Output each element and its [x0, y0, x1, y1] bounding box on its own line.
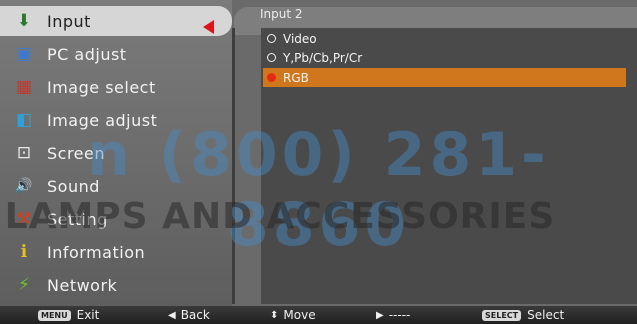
menu-item-input[interactable]: ⬇ Input: [0, 6, 232, 36]
radio-icon: [267, 53, 276, 62]
menu-item-label: Network: [47, 275, 118, 295]
pc-adjust-icon: ▣: [15, 43, 33, 64]
footer-next[interactable]: ▶ -----: [376, 307, 410, 323]
option-label: RGB: [283, 70, 309, 85]
option-label: Y,Pb/Cb,Pr/Cr: [283, 50, 363, 65]
left-arrow-icon: ◀: [168, 309, 176, 321]
select-label: Select: [527, 308, 565, 322]
menu-item-network[interactable]: ⚡ Network: [0, 270, 232, 300]
input-option-ypbcbprcr[interactable]: Y,Pb/Cb,Pr/Cr: [263, 48, 626, 67]
menu-item-label: Input: [47, 11, 91, 31]
selected-arrow-icon: [203, 20, 214, 34]
select-key-icon: SELECT: [482, 309, 522, 321]
menu-item-label: Image select: [47, 77, 156, 97]
footer-bar: MENU Exit ◀ Back ⬍ Move ▶ ----- SELECT S…: [0, 306, 637, 324]
network-icon: ⚡: [18, 274, 30, 295]
menu-item-label: PC adjust: [47, 44, 127, 64]
input-option-rgb[interactable]: RGB: [263, 68, 626, 87]
exit-label: Exit: [76, 308, 100, 322]
footer-back[interactable]: ◀ Back: [168, 307, 210, 323]
radio-selected-icon: [267, 73, 276, 82]
footer-move[interactable]: ⬍ Move: [270, 307, 316, 323]
right-arrow-icon: ▶: [376, 309, 384, 321]
watermark-brand: LAMPS AND ACCESSORIES: [4, 196, 556, 237]
input-option-video[interactable]: Video: [263, 29, 626, 48]
menu-key-icon: MENU: [38, 309, 71, 321]
move-label: Move: [283, 308, 316, 322]
footer-select[interactable]: SELECT Select: [482, 307, 564, 323]
up-down-arrow-icon: ⬍: [270, 309, 279, 321]
option-label: Video: [283, 31, 317, 46]
watermark-phone: n (800) 281-8860: [87, 120, 550, 260]
next-label: -----: [388, 308, 411, 322]
image-select-icon: ▦: [15, 76, 33, 97]
menu-item-pc-adjust[interactable]: ▣ PC adjust: [0, 39, 232, 69]
input-icon: ⬇: [16, 10, 32, 31]
back-label: Back: [180, 308, 210, 322]
footer-exit[interactable]: MENU Exit: [38, 307, 99, 323]
radio-icon: [267, 34, 276, 43]
menu-item-image-select[interactable]: ▦ Image select: [0, 72, 232, 102]
submenu-title: Input 2: [260, 7, 303, 21]
